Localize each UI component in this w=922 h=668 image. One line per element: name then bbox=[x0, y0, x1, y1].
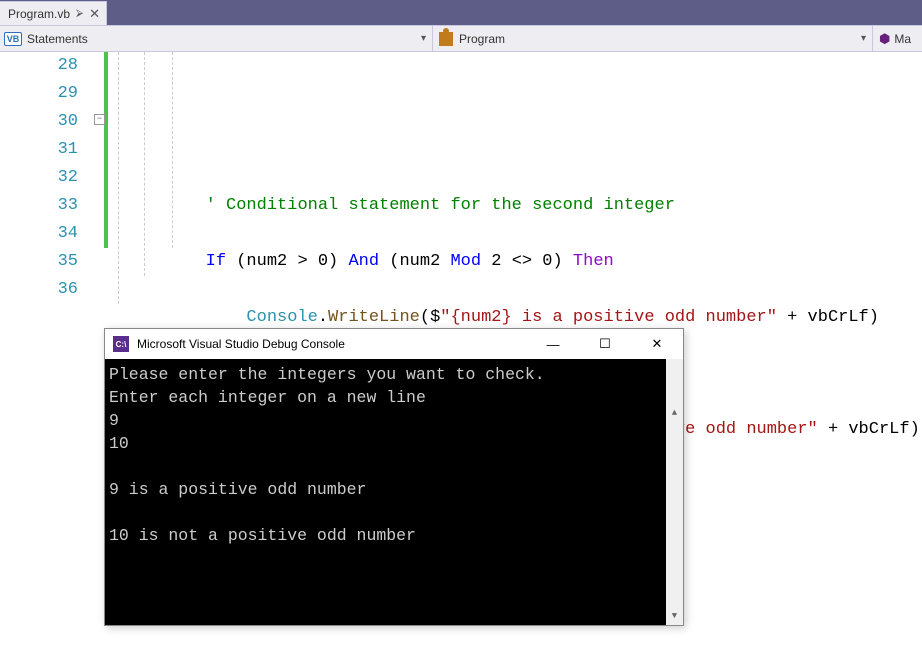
tab-filename: Program.vb bbox=[8, 7, 70, 21]
chevron-down-icon: ▾ bbox=[421, 33, 426, 44]
nav-scope-dropdown[interactable]: VB Statements ▾ bbox=[0, 26, 433, 51]
close-button[interactable]: ✕ bbox=[635, 330, 679, 358]
code-line: ' Conditional statement for the second i… bbox=[124, 192, 922, 220]
line-number: 31 bbox=[0, 136, 78, 164]
line-number: 33 bbox=[0, 192, 78, 220]
close-icon[interactable]: ✕ bbox=[89, 6, 100, 22]
console-scrollbar[interactable]: ▲ ▼ bbox=[666, 359, 683, 625]
line-number: 29 bbox=[0, 80, 78, 108]
module-icon bbox=[439, 32, 453, 46]
line-number: 35 bbox=[0, 248, 78, 276]
code-line: If (num2 > 0) And (num2 Mod 2 <> 0) Then bbox=[124, 248, 922, 276]
code-line bbox=[124, 136, 922, 164]
line-number: 30 bbox=[0, 108, 78, 136]
console-output[interactable]: Please enter the integers you want to ch… bbox=[105, 359, 683, 625]
console-text: Please enter the integers you want to ch… bbox=[109, 365, 545, 545]
nav-member-dropdown[interactable]: ⬢ Ma bbox=[873, 31, 922, 47]
minimize-button[interactable]: — bbox=[531, 330, 575, 358]
guide-line bbox=[172, 52, 173, 248]
console-title-text: Microsoft Visual Studio Debug Console bbox=[137, 337, 523, 351]
line-number: 32 bbox=[0, 164, 78, 192]
maximize-button[interactable]: ☐ bbox=[583, 330, 627, 358]
console-icon: C:\ bbox=[113, 336, 129, 352]
nav-class-dropdown[interactable]: Program ▾ bbox=[433, 26, 873, 51]
tab-bar: Program.vb ⮚ ✕ bbox=[0, 0, 922, 26]
nav-bar: VB Statements ▾ Program ▾ ⬢ Ma bbox=[0, 26, 922, 52]
scroll-down-icon[interactable]: ▼ bbox=[666, 608, 683, 625]
nav-class-label: Program bbox=[459, 32, 505, 46]
chevron-down-icon: ▾ bbox=[861, 33, 866, 44]
line-number: 34 bbox=[0, 220, 78, 248]
line-number: 28 bbox=[0, 52, 78, 80]
nav-scope-label: Statements bbox=[27, 32, 88, 46]
change-indicator bbox=[104, 52, 108, 248]
vb-badge-icon: VB bbox=[4, 32, 22, 46]
line-gutter: 28 29 30 31 32 33 34 35 36 bbox=[0, 52, 90, 633]
line-number: 36 bbox=[0, 276, 78, 304]
file-tab[interactable]: Program.vb ⮚ ✕ bbox=[0, 1, 107, 25]
pin-icon[interactable]: ⮚ bbox=[76, 8, 83, 19]
guide-line bbox=[118, 52, 119, 304]
scroll-up-icon[interactable]: ▲ bbox=[666, 405, 683, 422]
console-titlebar[interactable]: C:\ Microsoft Visual Studio Debug Consol… bbox=[105, 329, 683, 359]
debug-console-window[interactable]: C:\ Microsoft Visual Studio Debug Consol… bbox=[104, 328, 684, 626]
cube-icon: ⬢ bbox=[879, 31, 890, 47]
guide-line bbox=[144, 52, 145, 276]
fold-toggle[interactable]: − bbox=[94, 114, 105, 125]
nav-member-label: Ma bbox=[894, 32, 911, 46]
